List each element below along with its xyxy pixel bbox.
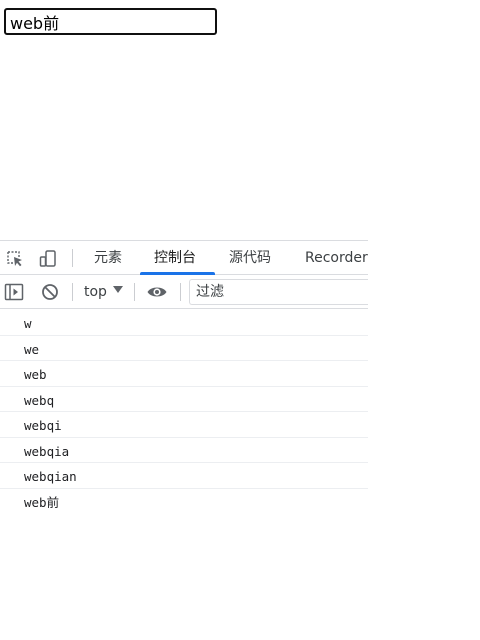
toolbar-divider — [72, 283, 73, 301]
console-filter-input[interactable] — [189, 279, 368, 305]
console-log-row[interactable]: w — [0, 310, 368, 336]
tab-sources[interactable]: 源代码 — [229, 241, 271, 274]
devtools-tabbar: 元素 控制台 源代码 Recorder — [0, 240, 368, 275]
devtools-panel: 元素 控制台 源代码 Recorder top 过滤 w we web webq… — [0, 240, 368, 640]
console-toolbar: top — [0, 275, 368, 309]
console-log-row[interactable]: we — [0, 336, 368, 361]
toolbar-divider — [134, 283, 135, 301]
clear-console-icon[interactable] — [40, 282, 60, 302]
toolbar-divider — [180, 283, 181, 301]
console-log-row[interactable]: web前 — [0, 489, 368, 515]
sidebar-toggle-icon[interactable] — [4, 282, 24, 302]
live-expression-eye-icon[interactable] — [146, 282, 168, 302]
console-log-row[interactable]: webqia — [0, 438, 368, 463]
tabbar-divider — [72, 249, 73, 267]
js-context-selector[interactable]: top — [84, 283, 107, 301]
console-log-row[interactable]: web — [0, 361, 368, 387]
tab-recorder[interactable]: Recorder — [305, 241, 368, 274]
console-log-row[interactable]: webqi — [0, 412, 368, 438]
chevron-down-icon[interactable] — [113, 286, 123, 293]
tab-console[interactable]: 控制台 — [154, 241, 196, 274]
device-toolbar-icon[interactable] — [38, 249, 58, 269]
tab-elements[interactable]: 元素 — [94, 241, 122, 274]
console-messages: w we web webq webqi webqia webqian web前 — [0, 310, 368, 514]
console-log-row[interactable]: webqian — [0, 463, 368, 489]
console-log-row[interactable]: webq — [0, 387, 368, 412]
inspect-icon[interactable] — [5, 249, 25, 269]
page-text-input[interactable] — [4, 8, 217, 35]
